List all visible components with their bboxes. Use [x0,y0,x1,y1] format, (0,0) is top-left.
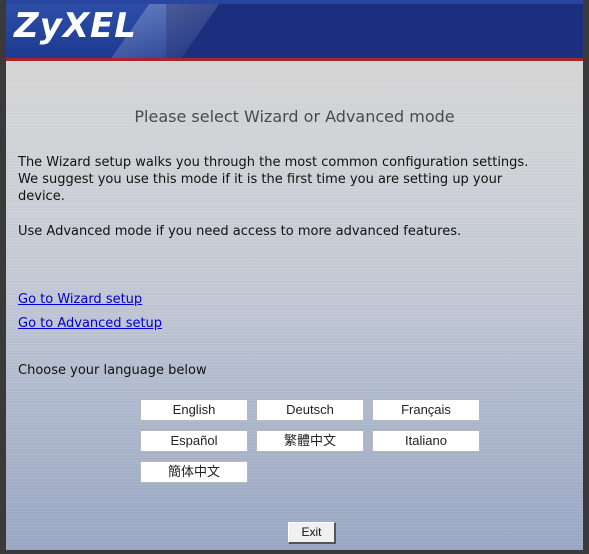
wizard-description: The Wizard setup walks you through the m… [18,154,583,205]
language-button-espanol[interactable]: Español [140,430,248,452]
language-button-italiano[interactable]: Italiano [372,430,480,452]
wizard-description-line: We suggest you use this mode if it is th… [18,172,503,187]
setup-window: ZyXEL Please select Wizard or Advanced m… [0,0,589,554]
exit-button[interactable]: Exit [288,522,336,544]
advanced-description: Use Advanced mode if you need access to … [18,224,462,239]
wizard-setup-link[interactable]: Go to Wizard setup [18,292,142,307]
main-content: Please select Wizard or Advanced mode Th… [6,61,583,550]
language-button-english[interactable]: English [140,399,248,421]
wizard-description-line: The Wizard setup walks you through the m… [18,155,529,170]
wizard-description-line: device. [18,189,65,204]
header-banner: ZyXEL [6,0,583,58]
zyxel-logo: ZyXEL [14,6,137,46]
page-title: Please select Wizard or Advanced mode [134,107,455,126]
language-prompt: Choose your language below [18,363,207,378]
language-button-simplified-chinese[interactable]: 簡体中文 [140,461,248,483]
language-button-deutsch[interactable]: Deutsch [256,399,364,421]
language-button-francais[interactable]: Français [372,399,480,421]
advanced-setup-link[interactable]: Go to Advanced setup [18,316,162,331]
language-button-traditional-chinese[interactable]: 繁體中文 [256,430,364,452]
header-top-strip [6,0,583,4]
